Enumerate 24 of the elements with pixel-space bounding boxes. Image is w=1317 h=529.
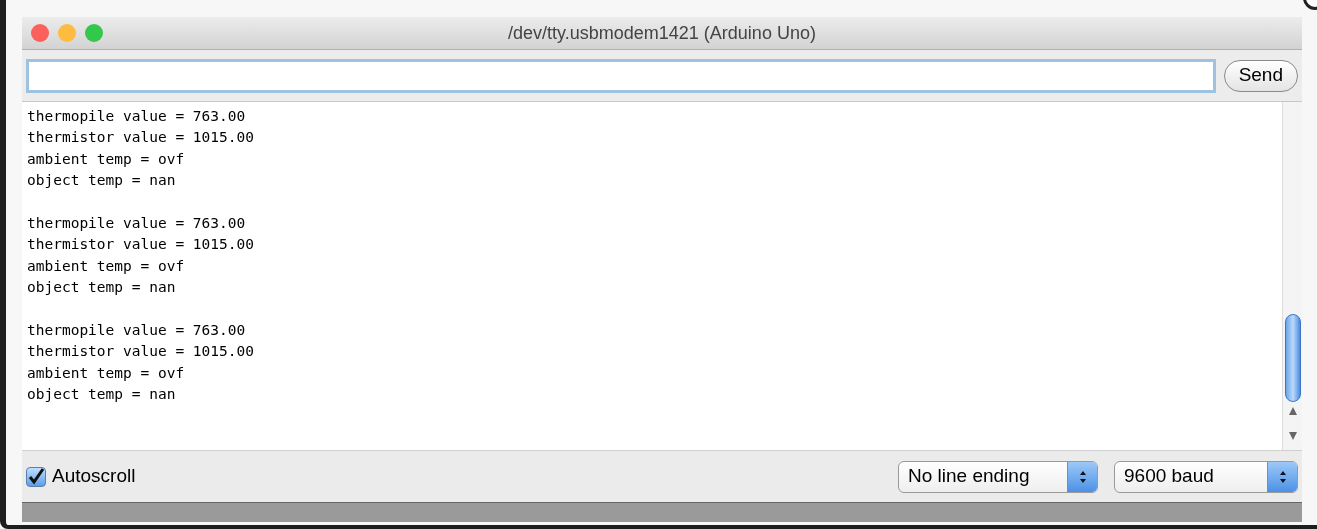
scrollbar[interactable]: [1282, 102, 1302, 450]
output-line: thermopile value = 763.00: [27, 107, 247, 126]
window-title: /dev/tty.usbmodem1421 (Arduino Uno): [508, 22, 816, 43]
output-line: thermopile value = 763.00: [27, 321, 247, 341]
autoscroll-checkbox[interactable]: [26, 466, 46, 487]
scroll-up-icon[interactable]: [1288, 406, 1298, 416]
send-button[interactable]: Send: [1223, 59, 1298, 92]
output-line: thermistor value = 1015.00: [27, 235, 255, 255]
output-line: thermistor value = 1015.00: [27, 128, 255, 148]
output-line: object temp = nan: [27, 171, 177, 191]
autoscroll-label: Autoscroll: [52, 464, 136, 489]
output-line: ambient temp = ovf: [27, 363, 186, 383]
close-icon[interactable]: [31, 24, 49, 42]
output-line: object temp = nan: [27, 385, 177, 405]
scrollbar-thumb[interactable]: [1285, 314, 1301, 402]
message-input-field[interactable]: [26, 58, 1216, 93]
baud-rate-dropdown[interactable]: 9600 baud: [1114, 460, 1298, 493]
line-ending-dropdown[interactable]: No line ending: [898, 460, 1098, 493]
output-line: ambient temp = ovf: [27, 256, 186, 276]
output-line: thermistor value = 1015.00: [27, 342, 255, 362]
output-line: thermopile value = 763.00: [27, 214, 247, 233]
output-line: object temp = nan: [27, 278, 177, 298]
scroll-down-icon[interactable]: [1288, 431, 1298, 441]
output-line: ambient temp = ovf: [27, 149, 186, 169]
